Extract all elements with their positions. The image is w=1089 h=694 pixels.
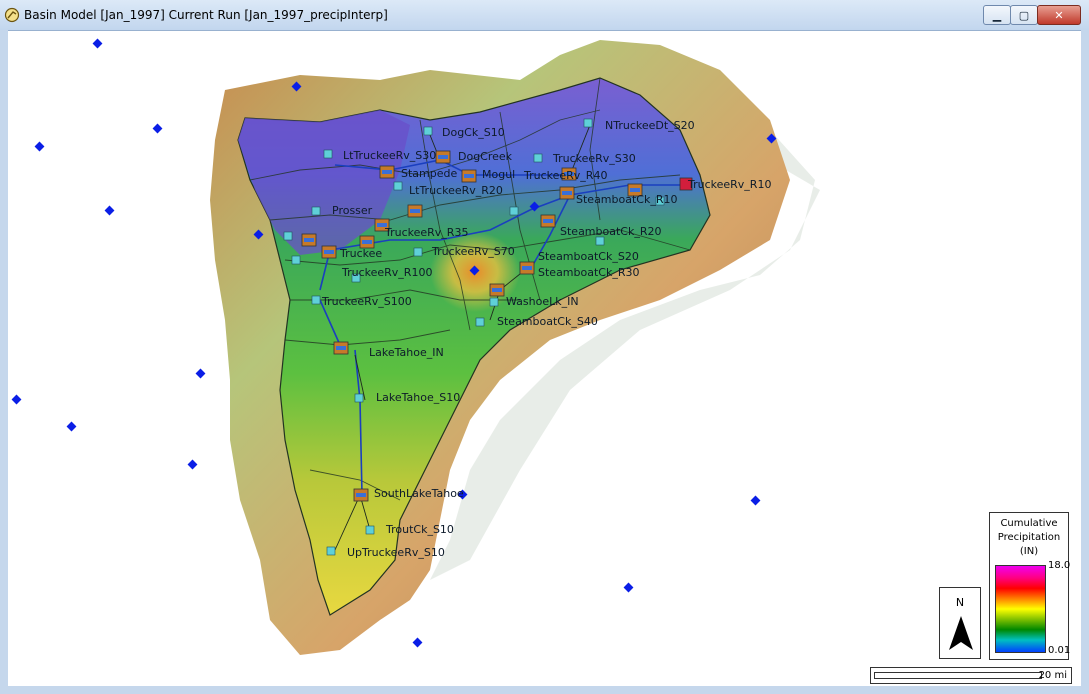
- window-frame-right: [1081, 30, 1089, 694]
- subbasin-icon[interactable]: [595, 236, 605, 246]
- close-icon: ✕: [1054, 8, 1064, 22]
- map-label[interactable]: TruckeeRv_R35: [384, 226, 468, 239]
- gage-marker[interactable]: [195, 368, 206, 379]
- subbasin-icon[interactable]: [423, 126, 433, 136]
- subbasin-icon[interactable]: [475, 317, 485, 327]
- map-label[interactable]: LakeTahoe_S10: [376, 391, 460, 404]
- subbasin-icon[interactable]: [509, 206, 519, 216]
- legend-color-ramp: [995, 565, 1046, 653]
- hec-hms-app-icon: [4, 7, 20, 23]
- minimize-button[interactable]: ▁: [983, 5, 1011, 25]
- legend-title-line: Precipitation: [997, 532, 1061, 543]
- map-label[interactable]: SouthLakeTahoe: [374, 487, 464, 500]
- window-title: Basin Model [Jan_1997] Current Run [Jan_…: [24, 8, 388, 22]
- map-label[interactable]: TruckeeRv_R100: [341, 266, 432, 279]
- map-label[interactable]: DogCk_S10: [442, 126, 505, 139]
- legend-title-line: Cumulative: [1000, 518, 1058, 529]
- map-label[interactable]: Stampede: [401, 167, 457, 180]
- gage-marker[interactable]: [750, 495, 761, 506]
- scale-bar-graphic: [874, 672, 1042, 679]
- map-label[interactable]: TruckeeRv_R10: [687, 178, 771, 191]
- legend-min-label: 0.01: [1048, 645, 1071, 656]
- map-label[interactable]: Truckee: [339, 247, 382, 260]
- window-titlebar[interactable]: Basin Model [Jan_1997] Current Run [Jan_…: [0, 0, 1089, 31]
- reservoir-icon[interactable]: [519, 261, 535, 275]
- reservoir-icon[interactable]: [353, 488, 369, 502]
- map-label[interactable]: TruckeeRv_S100: [321, 295, 412, 308]
- map-label[interactable]: TroutCk_S10: [385, 523, 454, 536]
- subbasin-icon[interactable]: [283, 231, 293, 241]
- reservoir-icon[interactable]: [540, 214, 556, 228]
- subbasin-icon[interactable]: [583, 118, 593, 128]
- window-frame-bottom: [0, 686, 1089, 694]
- reservoir-icon[interactable]: [321, 245, 337, 259]
- subbasin-icon[interactable]: [311, 295, 321, 305]
- map-label[interactable]: SteamboatCk_S20: [538, 250, 639, 263]
- gage-marker[interactable]: [92, 38, 103, 49]
- legend-title: Cumulative Precipitation (IN): [990, 517, 1068, 559]
- reservoir-icon[interactable]: [489, 283, 505, 297]
- map-label[interactable]: SteamboatCk_R10: [576, 193, 677, 206]
- reservoir-icon[interactable]: [379, 165, 395, 179]
- precip-legend: Cumulative Precipitation (IN) 18.0 0.01: [989, 512, 1071, 660]
- map-label[interactable]: TruckeeRv_S70: [431, 245, 515, 258]
- reservoir-icon[interactable]: [407, 204, 423, 218]
- map-label[interactable]: Prosser: [332, 204, 373, 217]
- north-arrow-icon: [949, 616, 973, 650]
- map-label[interactable]: TruckeeRv_S30: [552, 152, 636, 165]
- window-controls: ▁ ▢ ✕: [983, 5, 1081, 25]
- gage-marker[interactable]: [623, 582, 634, 593]
- map-label[interactable]: NTruckeeDt_S20: [605, 119, 695, 132]
- north-label: N: [955, 596, 965, 609]
- subbasin-icon[interactable]: [326, 546, 336, 556]
- map-label[interactable]: LakeTahoe_IN: [369, 346, 444, 359]
- reservoir-icon[interactable]: [461, 169, 477, 183]
- close-button[interactable]: ✕: [1037, 5, 1081, 25]
- reservoir-icon[interactable]: [435, 150, 451, 164]
- gage-marker[interactable]: [412, 637, 423, 648]
- minimize-icon: ▁: [992, 8, 1002, 22]
- map-label[interactable]: LtTruckeeRv_R20: [409, 184, 503, 197]
- map-label[interactable]: TruckeeRv_R40: [523, 169, 607, 182]
- map-label[interactable]: Mogul: [482, 168, 515, 181]
- subbasin-icon[interactable]: [323, 149, 333, 159]
- gage-marker[interactable]: [66, 421, 77, 432]
- basin-map[interactable]: DogCk_S10 NTruckeeDt_S20 LtTruckeeRv_S30…: [8, 31, 1081, 686]
- subbasin-icon[interactable]: [311, 206, 321, 216]
- map-label[interactable]: UpTruckeeRv_S10: [347, 546, 445, 559]
- basin-map-canvas[interactable]: DogCk_S10 NTruckeeDt_S20 LtTruckeeRv_S30…: [8, 31, 1081, 686]
- map-label[interactable]: LtTruckeeRv_S30: [343, 149, 436, 162]
- subbasin-icon[interactable]: [489, 297, 499, 307]
- subbasin-icon[interactable]: [413, 247, 423, 257]
- subbasin-icon[interactable]: [365, 525, 375, 535]
- legend-max-label: 18.0: [1048, 560, 1071, 571]
- reservoir-icon[interactable]: [559, 186, 575, 200]
- window-frame-left: [0, 30, 8, 694]
- gage-marker[interactable]: [11, 394, 22, 405]
- scale-bar: 20 mi: [870, 667, 1072, 684]
- scale-label: 20 mi: [1038, 670, 1067, 681]
- subbasin-icon[interactable]: [291, 255, 301, 265]
- gage-marker[interactable]: [34, 141, 45, 152]
- subbasin-icon[interactable]: [533, 153, 543, 163]
- maximize-button[interactable]: ▢: [1010, 5, 1038, 25]
- north-arrow: N: [939, 587, 981, 659]
- gage-marker[interactable]: [187, 459, 198, 470]
- map-label[interactable]: SteamboatCk_S40: [497, 315, 598, 328]
- map-label[interactable]: SteamboatCk_R20: [560, 225, 661, 238]
- reservoir-icon[interactable]: [301, 233, 317, 247]
- map-label[interactable]: DogCreek: [458, 150, 513, 163]
- gage-marker[interactable]: [104, 205, 115, 216]
- gage-marker[interactable]: [152, 123, 163, 134]
- reservoir-icon[interactable]: [333, 341, 349, 355]
- subbasin-icon[interactable]: [354, 393, 364, 403]
- map-label[interactable]: SteamboatCk_R30: [538, 266, 639, 279]
- map-label[interactable]: WashoeLk_IN: [506, 295, 579, 308]
- maximize-icon: ▢: [1018, 8, 1030, 22]
- legend-title-line: (IN): [1019, 546, 1039, 557]
- subbasin-icon[interactable]: [393, 181, 403, 191]
